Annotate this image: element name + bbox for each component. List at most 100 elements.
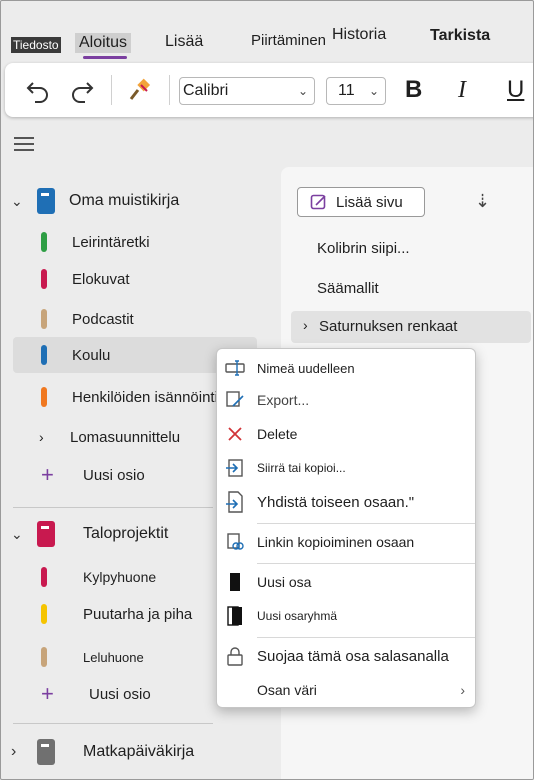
section-color-tab <box>41 647 47 667</box>
menu-divider <box>257 637 475 638</box>
section-group-label: Lomasuunnittelu <box>70 428 181 446</box>
section-color-tab <box>41 232 47 252</box>
menu-divider <box>257 563 475 564</box>
plus-icon: + <box>41 681 54 706</box>
section-item[interactable]: Kylpyhuone <box>41 562 211 592</box>
font-size-value: 11 <box>338 82 355 99</box>
color-icon <box>225 680 245 700</box>
notebook-item[interactable]: ⌄ Taloprojektit <box>11 520 168 548</box>
menu-item-new-section[interactable]: Uusi osa <box>217 567 475 597</box>
lock-icon <box>225 646 245 666</box>
add-section-button[interactable]: + Uusi osio <box>41 460 145 490</box>
divider <box>13 723 213 724</box>
add-section-button[interactable]: + Uusi osio <box>41 679 151 709</box>
delete-icon <box>225 424 245 444</box>
notebook-label: Taloprojektit <box>83 525 169 542</box>
section-item[interactable]: Leluhuone <box>41 642 211 672</box>
section-label: Leirintäretki <box>72 233 150 251</box>
chevron-down-icon: ⌄ <box>368 84 379 98</box>
notebook-item[interactable]: ⌄ Oma muistikirja <box>11 187 179 215</box>
add-section-label: Uusi osio <box>89 685 151 703</box>
font-size-select[interactable]: 11 ⌄ <box>326 77 386 105</box>
add-page-label: Lisää sivu <box>336 193 403 211</box>
tab-home[interactable]: Aloitus <box>75 33 132 59</box>
menu-item-delete[interactable]: Delete <box>217 419 475 449</box>
tab-file[interactable]: Tiedosto <box>11 37 61 53</box>
chevron-down-icon: ⌄ <box>297 84 308 98</box>
bold-button[interactable]: B <box>405 75 422 105</box>
section-label: Koulu <box>72 346 111 364</box>
redo-button[interactable] <box>65 73 99 107</box>
tab-draw[interactable]: Piirtäminen <box>251 32 326 49</box>
menu-item-export[interactable]: Export... <box>217 385 475 415</box>
notebook-label: Matkapäiväkirja <box>83 743 195 760</box>
move-copy-icon <box>225 458 245 478</box>
page-label: Saturnuksen renkaat <box>319 318 458 335</box>
italic-button[interactable]: I <box>458 75 466 105</box>
section-label: Leluhuone <box>83 649 144 665</box>
redo-icon <box>72 82 94 103</box>
section-color-tab <box>41 345 47 365</box>
section-label: Puutarha ja piha <box>83 605 193 623</box>
format-painter-button[interactable] <box>123 73 157 107</box>
tab-history[interactable]: Historia <box>332 26 386 44</box>
merge-icon <box>225 491 245 513</box>
menu-item-new-section-group[interactable]: Uusi osaryhmä <box>217 601 475 631</box>
section-label: Henkilöiden isännöinti <box>72 388 218 406</box>
notebook-item[interactable]: › Matkapäiväkirja <box>11 738 194 766</box>
format-painter-icon <box>129 78 151 100</box>
menu-item-copy-link[interactable]: Linkin kopioiminen osaan <box>217 527 475 557</box>
notebook-label: Oma muistikirja <box>69 192 180 209</box>
section-color-tab <box>41 604 47 624</box>
menu-item-merge[interactable]: Yhdistä toiseen osaan." <box>217 487 475 517</box>
chevron-down-icon: ⌄ <box>11 525 23 542</box>
add-page-icon <box>310 194 326 210</box>
toolbar-divider <box>169 75 170 105</box>
menu-item-label: Osan väri <box>257 682 317 698</box>
menu-item-section-color[interactable]: Osan väri › <box>217 675 475 705</box>
menu-item-label: Export... <box>257 392 310 408</box>
toolbar-divider <box>111 75 112 105</box>
menu-item-label: Siirrä tai kopioi... <box>257 461 346 475</box>
section-item[interactable]: Leirintäretki <box>41 227 251 257</box>
divider <box>13 507 213 508</box>
tab-review[interactable]: Tarkista <box>430 27 490 45</box>
menu-divider <box>257 523 475 524</box>
font-name-value: Calibri <box>183 82 229 99</box>
section-color-tab <box>41 567 47 587</box>
chevron-right-icon: › <box>460 682 465 698</box>
add-page-button[interactable]: Lisää sivu <box>297 187 425 217</box>
rename-icon <box>225 358 245 378</box>
underline-button[interactable]: U <box>507 75 524 105</box>
link-icon <box>225 532 245 552</box>
notebook-icon <box>37 188 55 214</box>
page-item[interactable]: Kolibrin siipi... <box>317 240 410 257</box>
new-section-icon <box>225 572 245 592</box>
page-item-selected[interactable]: › Saturnuksen renkaat <box>291 311 531 343</box>
menu-item-rename[interactable]: Nimeä uudelleen <box>217 353 475 383</box>
section-item[interactable]: Puutarha ja piha <box>41 599 211 629</box>
section-label: Kylpyhuone <box>83 569 157 585</box>
undo-icon <box>26 82 48 103</box>
menu-item-label: Yhdistä toiseen osaan." <box>257 493 415 511</box>
undo-button[interactable] <box>21 73 55 107</box>
sort-icon[interactable]: ⇣ <box>475 191 490 212</box>
page-item[interactable]: Säämallit <box>317 280 379 297</box>
section-item[interactable]: Elokuvat <box>41 264 251 294</box>
navigation-menu-icon[interactable] <box>14 137 34 155</box>
chevron-right-icon: › <box>11 743 17 760</box>
chevron-right-icon: › <box>39 429 44 445</box>
menu-item-label: Linkin kopioiminen osaan <box>257 534 415 550</box>
section-context-menu: Nimeä uudelleen Export... Delete Siirrä … <box>216 348 476 708</box>
section-item[interactable]: Podcastit <box>41 304 251 334</box>
menu-item-password-protect[interactable]: Suojaa tämä osa salasanalla <box>217 641 475 671</box>
ribbon-toolbar: Calibri ⌄ 11 ⌄ B I U <box>5 63 533 117</box>
font-name-select[interactable]: Calibri ⌄ <box>179 77 315 105</box>
chevron-right-icon: › <box>303 317 308 333</box>
menu-item-move-copy[interactable]: Siirrä tai kopioi... <box>217 453 475 483</box>
menu-item-label: Delete <box>257 426 298 442</box>
notebook-icon <box>37 521 55 547</box>
menu-item-label: Uusi osa <box>257 574 312 590</box>
add-section-label: Uusi osio <box>83 466 145 484</box>
tab-insert[interactable]: Lisää <box>165 33 203 51</box>
